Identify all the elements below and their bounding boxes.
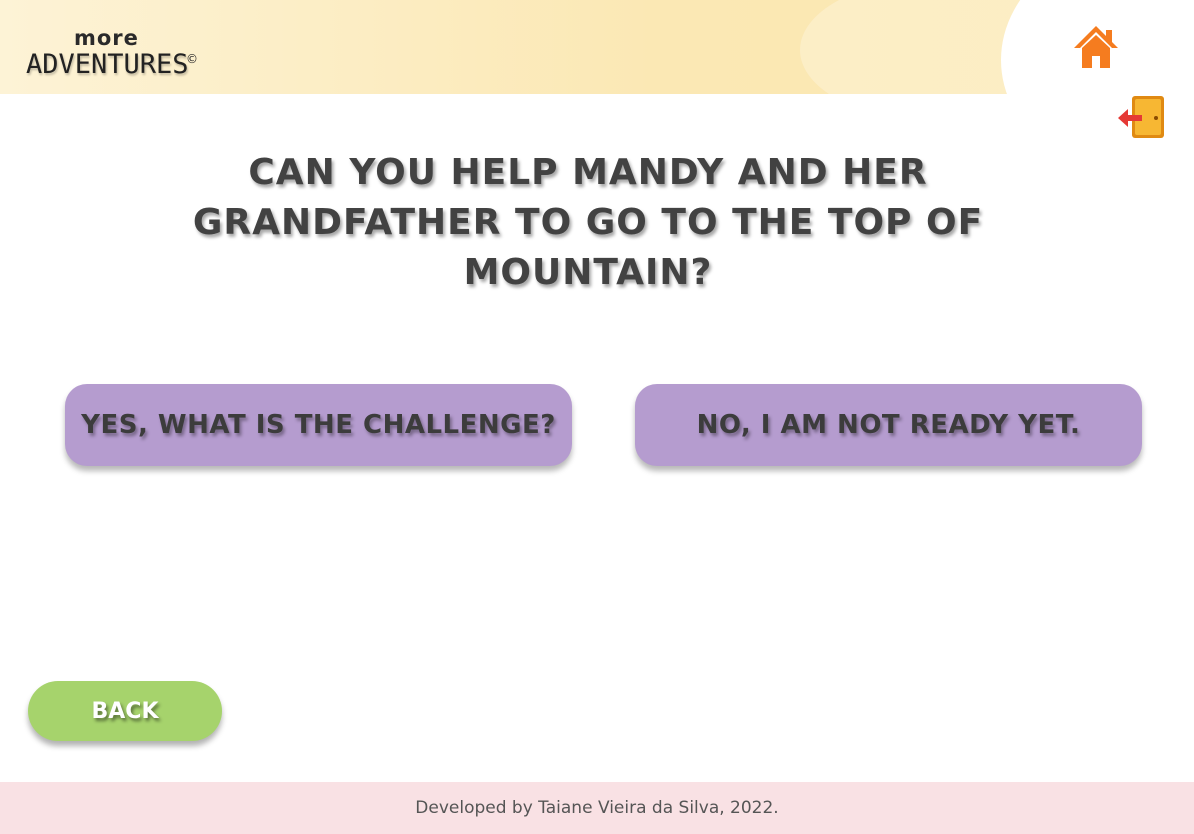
exit-button[interactable] — [1116, 94, 1168, 142]
exit-door-icon — [1118, 96, 1164, 138]
footer: Developed by Taiane Vieira da Silva, 202… — [0, 782, 1194, 834]
logo-top-text: more — [74, 26, 139, 50]
page: more ADVENTURES © CAN YOU HELP MANDY AND… — [0, 0, 1194, 834]
logo-copyright-mark: © — [186, 52, 198, 66]
footer-credit: Developed by Taiane Vieira da Silva, 202… — [415, 798, 779, 818]
question-heading: CAN YOU HELP MANDY AND HER GRANDFATHER T… — [192, 152, 984, 293]
logo-main-text: ADVENTURES — [26, 49, 189, 80]
home-icon — [1074, 26, 1118, 68]
back-button[interactable]: BACK — [28, 681, 222, 741]
yes-challenge-button[interactable]: YES, WHAT IS THE CHALLENGE? — [65, 384, 572, 466]
not-ready-button[interactable]: NO, I AM NOT READY YET. — [635, 384, 1142, 466]
logo: more ADVENTURES © — [26, 26, 206, 86]
home-button[interactable] — [1072, 24, 1120, 70]
